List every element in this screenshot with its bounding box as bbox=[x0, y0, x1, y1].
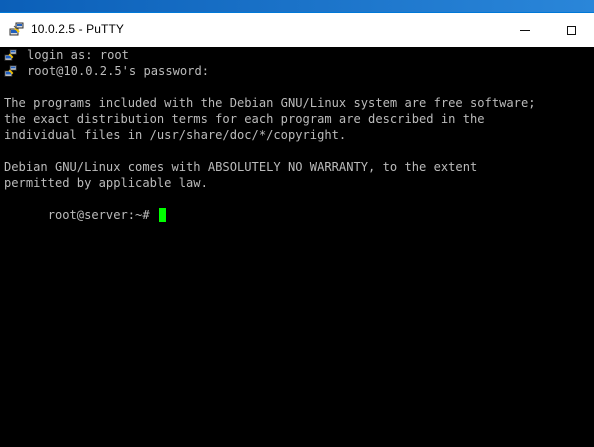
title-bar[interactable]: 10.0.2.5 - PuTTY bbox=[0, 13, 594, 47]
minimize-icon bbox=[520, 29, 530, 31]
shell-prompt-line[interactable]: root@server:~# bbox=[4, 191, 166, 222]
terminal-output[interactable]: login as: root root@10.0.2.5's password:… bbox=[0, 47, 594, 447]
password-prompt-line: root@10.0.2.5's password: bbox=[27, 64, 210, 78]
login-prompt-line: login as: root bbox=[27, 48, 129, 62]
putty-icon bbox=[4, 49, 17, 61]
putty-icon bbox=[9, 22, 24, 36]
putty-icon bbox=[4, 65, 17, 77]
warranty-line-2: permitted by applicable law. bbox=[4, 176, 208, 190]
putty-window[interactable]: 10.0.2.5 - PuTTY login as: root root@10.… bbox=[0, 12, 594, 447]
motd-line-2: the exact distribution terms for each pr… bbox=[4, 112, 485, 126]
maximize-icon bbox=[566, 25, 576, 35]
maximize-button[interactable] bbox=[548, 13, 594, 47]
shell-prompt: root@server:~# bbox=[47, 208, 157, 222]
window-title: 10.0.2.5 - PuTTY bbox=[31, 22, 124, 36]
cursor[interactable] bbox=[158, 208, 166, 222]
minimize-button[interactable] bbox=[502, 13, 548, 47]
motd-line-1: The programs included with the Debian GN… bbox=[4, 96, 536, 110]
warranty-line-1: Debian GNU/Linux comes with ABSOLUTELY N… bbox=[4, 160, 478, 174]
desktop-background bbox=[0, 0, 594, 12]
motd-line-3: individual files in /usr/share/doc/*/cop… bbox=[4, 128, 347, 142]
